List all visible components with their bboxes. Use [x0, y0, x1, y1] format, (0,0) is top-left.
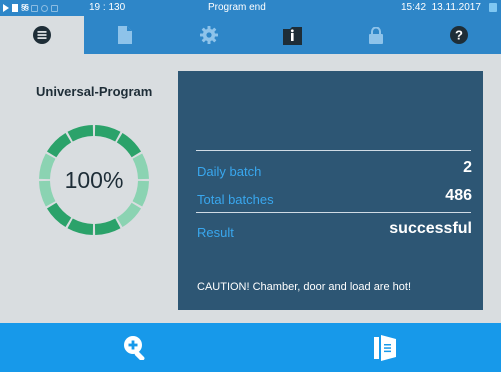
- play-icon: [3, 4, 9, 12]
- counter-readout: 19 : 130: [89, 2, 126, 13]
- zoom-button[interactable]: [122, 334, 149, 361]
- total-batches-value: 486: [445, 187, 472, 204]
- gear-icon: [199, 26, 218, 44]
- tab-bar: ?: [0, 16, 501, 54]
- tab-lock[interactable]: [334, 16, 418, 54]
- steam-icon: §§: [21, 3, 29, 12]
- document-status-icon: [12, 4, 18, 12]
- list-icon: [32, 26, 51, 44]
- batch-info-panel: Daily batch 2 Total batches 486 Result s…: [178, 71, 483, 310]
- clock-readout: 15:42 13.11.2017: [401, 1, 481, 15]
- daily-batch-value: 2: [463, 159, 472, 176]
- lock-icon: [368, 26, 383, 44]
- chart-status-icon: [30, 4, 38, 12]
- time: 15:42: [401, 2, 427, 13]
- status-icons: §§: [3, 2, 58, 14]
- tab-program-overview[interactable]: [0, 16, 84, 54]
- document-icon: [118, 26, 133, 44]
- program-name: Universal-Program: [36, 84, 153, 99]
- help-icon: ?: [450, 26, 469, 44]
- total-batches-label: Total batches: [197, 192, 274, 207]
- tab-settings[interactable]: [167, 16, 251, 54]
- clock-status-icon: [40, 4, 48, 12]
- tab-help[interactable]: ?: [418, 16, 501, 54]
- progress-percentage: 100%: [64, 166, 124, 193]
- open-door-button[interactable]: [371, 334, 398, 361]
- main-panel: Universal-Program 100% Daily batch 2 Tot…: [0, 54, 501, 323]
- lock-status-icon: [50, 4, 58, 12]
- result-value: successful: [389, 220, 472, 237]
- divider: [196, 150, 471, 151]
- divider: [196, 212, 471, 213]
- bottom-toolbar: [0, 323, 501, 372]
- tab-documents[interactable]: [84, 16, 168, 54]
- tab-info[interactable]: [251, 16, 335, 54]
- door-open-icon: [373, 334, 396, 361]
- status-indicator: [489, 3, 497, 12]
- daily-batch-label: Daily batch: [197, 164, 262, 179]
- program-status: Program end: [208, 2, 266, 13]
- zoom-in-icon: [124, 336, 145, 360]
- date: 13.11.2017: [431, 2, 481, 13]
- info-folder-icon: [282, 26, 302, 45]
- caution-message: CAUTION! Chamber, door and load are hot!: [197, 281, 411, 293]
- status-bar: §§ 19 : 130 Program end 15:42 13.11.2017: [0, 0, 501, 16]
- svg-text:?: ?: [455, 28, 463, 43]
- result-label: Result: [197, 225, 234, 240]
